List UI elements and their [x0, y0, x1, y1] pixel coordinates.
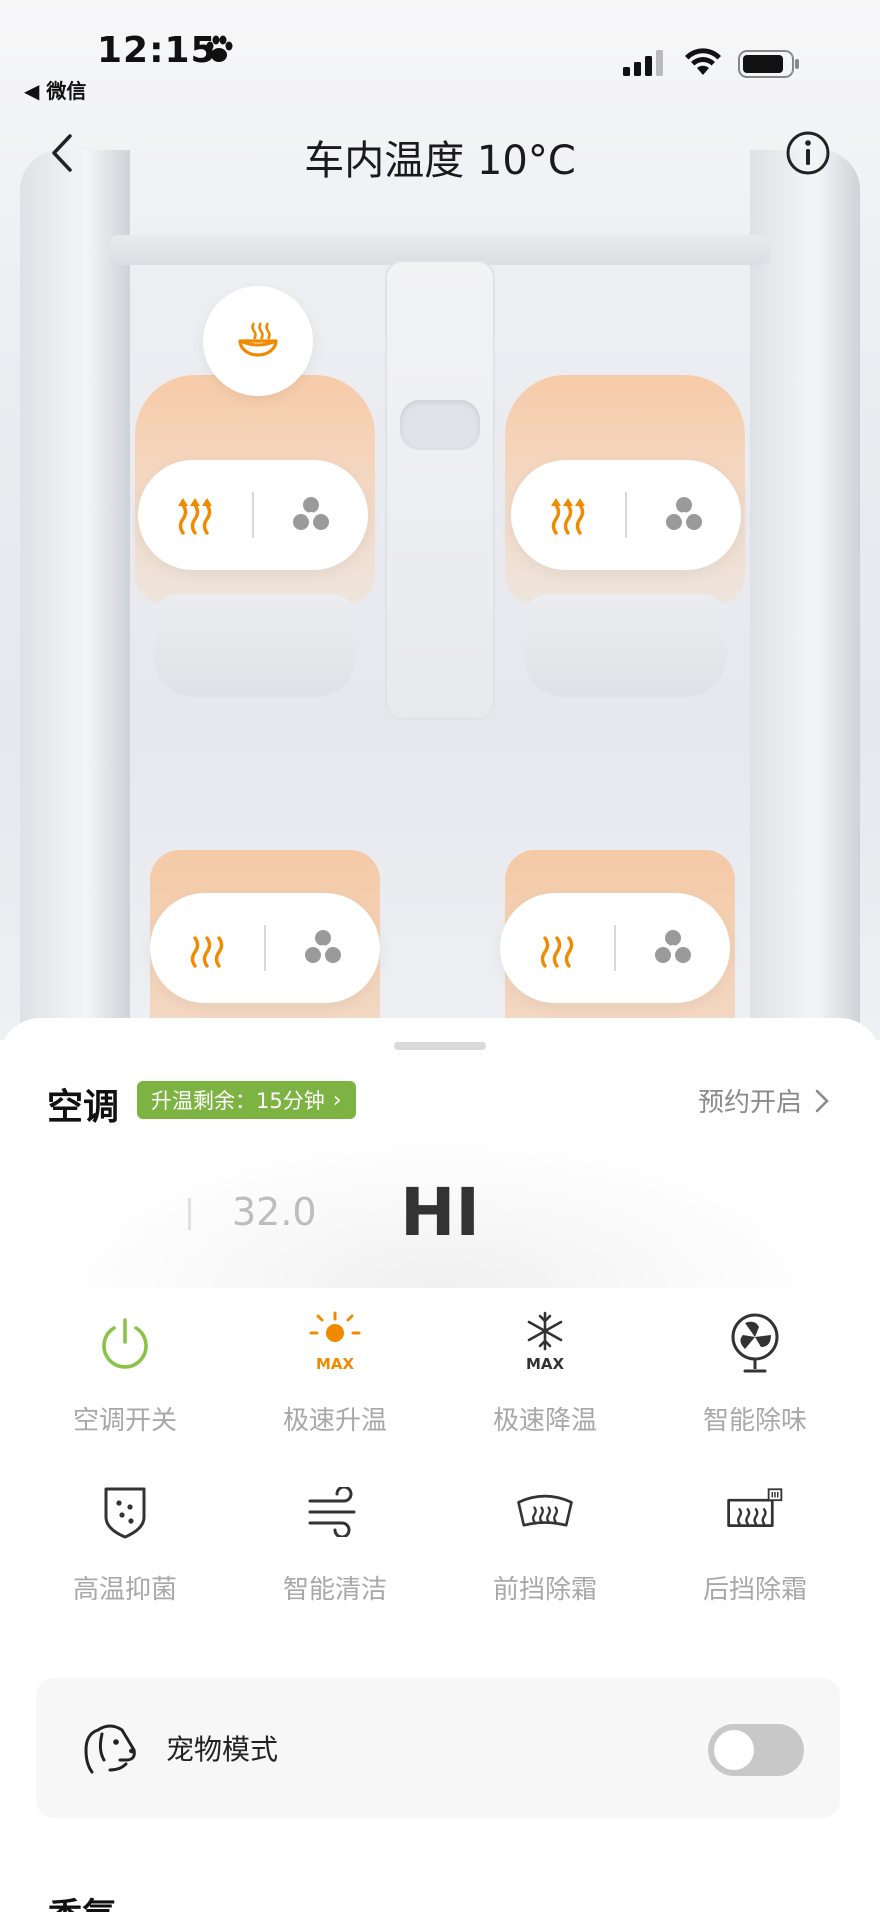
seat-control-rear-right: [500, 893, 730, 1003]
chevron-right-icon: ›: [332, 1087, 342, 1113]
back-to-wechat-link[interactable]: ◀ 微信: [24, 75, 86, 104]
steering-wheel-heat-button[interactable]: [203, 286, 313, 396]
seat-heat-button-front-left[interactable]: [138, 460, 252, 570]
heat-icon: [551, 498, 585, 535]
paw-icon: [206, 35, 233, 62]
pet-mode-card: 宠物模式: [36, 1678, 840, 1818]
fan-icon: [293, 497, 329, 530]
func-label: 智能除味: [702, 1406, 807, 1436]
chevron-right-icon: [815, 1089, 829, 1112]
rear-defrost-icon: [727, 1488, 783, 1527]
seat-control-front-left: [138, 460, 368, 570]
seat-vent-button-rear-right[interactable]: [616, 893, 730, 1003]
battery-icon: [738, 50, 799, 78]
toggle-knob: [714, 1730, 754, 1770]
seat-heat-button-front-right[interactable]: [511, 460, 625, 570]
temperature-picker[interactable]: 32.0 HI: [60, 1138, 820, 1288]
car-pillar-right: [750, 150, 860, 1040]
car-cabin-view: 12:15 ◀ 微信 车内温度 10°C: [0, 0, 880, 1040]
sun-max-icon: MAX: [309, 1311, 361, 1373]
high-temp-sterilize-button[interactable]: 高温抑菌: [20, 1477, 230, 1606]
func-label: 极速升温: [282, 1406, 387, 1436]
heat-icon: [190, 936, 224, 968]
dog-icon: [84, 1724, 136, 1774]
smart-deodorize-button[interactable]: 智能除味: [650, 1308, 860, 1437]
smart-clean-button[interactable]: 智能清洁: [230, 1477, 440, 1606]
seat-control-rear-left: [150, 893, 380, 1003]
heat-remaining-text: 升温剩余：15分钟: [151, 1089, 325, 1113]
func-label: 前挡除霜: [492, 1575, 597, 1605]
seat-vent-button-front-left[interactable]: [254, 460, 368, 570]
heat-icon: [178, 498, 212, 535]
seat-heat-button-rear-left[interactable]: [150, 893, 264, 1003]
info-icon[interactable]: [785, 130, 831, 176]
cellular-signal-icon: [623, 50, 663, 76]
power-icon: [102, 1318, 148, 1369]
ac-power-button[interactable]: 空调开关: [20, 1308, 230, 1437]
car-pillar-left: [20, 150, 130, 1040]
fan-icon: [305, 930, 341, 963]
status-time: 12:15: [97, 30, 217, 71]
svg-text:MAX: MAX: [316, 1355, 355, 1373]
status-bar: 12:15 ◀ 微信: [0, 0, 880, 103]
wind-icon: [308, 1487, 356, 1537]
func-label: 后挡除霜: [702, 1575, 807, 1605]
func-label: 高温抑菌: [72, 1575, 177, 1605]
heat-icon: [540, 936, 574, 968]
ac-function-grid: 空调开关 MAX 极速升温 MAX 极速降温 智能除味 高温抑菌 智能清洁 前挡…: [20, 1308, 860, 1606]
steering-heat-icon: [238, 322, 278, 357]
snowflake-max-icon: MAX: [526, 1311, 565, 1373]
fan-icon: [655, 930, 691, 963]
shield-dots-icon: [104, 1487, 146, 1539]
seat-control-front-right: [511, 460, 741, 570]
rapid-cool-button[interactable]: MAX 极速降温: [440, 1308, 650, 1437]
seat-vent-button-rear-left[interactable]: [266, 893, 380, 1003]
func-label: 极速降温: [492, 1406, 597, 1436]
rear-defrost-button[interactable]: 后挡除霜: [650, 1477, 860, 1606]
wifi-icon: [685, 48, 721, 75]
cup-holder: [400, 400, 480, 450]
sheet-drag-handle[interactable]: [394, 1042, 486, 1050]
schedule-start-button[interactable]: 预约开启: [698, 1082, 830, 1119]
pet-mode-label: 宠物模式: [166, 1733, 279, 1766]
rapid-heat-button[interactable]: MAX 极速升温: [230, 1308, 440, 1437]
schedule-label: 预约开启: [697, 1088, 802, 1118]
center-console: [385, 260, 495, 720]
ac-control-sheet: 空调 升温剩余：15分钟 › 预约开启 32.0 HI 空调开关 MAX 极速升…: [0, 1018, 880, 1912]
front-defrost-icon: [517, 1494, 573, 1527]
ac-section-title: 空调: [47, 1087, 120, 1128]
seat-vent-button-front-right[interactable]: [627, 460, 741, 570]
func-label: 智能清洁: [282, 1575, 387, 1605]
fan-circle-icon: [731, 1313, 779, 1373]
fragrance-section-title: 香氛: [48, 1888, 116, 1912]
svg-text:MAX: MAX: [526, 1355, 565, 1373]
func-label: 空调开关: [72, 1406, 177, 1436]
fan-icon: [666, 497, 702, 530]
temp-current-value: HI: [400, 1174, 480, 1251]
front-defrost-button[interactable]: 前挡除霜: [440, 1477, 650, 1606]
seat-heat-button-rear-right[interactable]: [500, 893, 614, 1003]
pet-mode-toggle[interactable]: [708, 1724, 804, 1776]
heat-remaining-badge[interactable]: 升温剩余：15分钟 ›: [137, 1081, 356, 1119]
page-title: 车内温度 10°C: [304, 138, 576, 184]
